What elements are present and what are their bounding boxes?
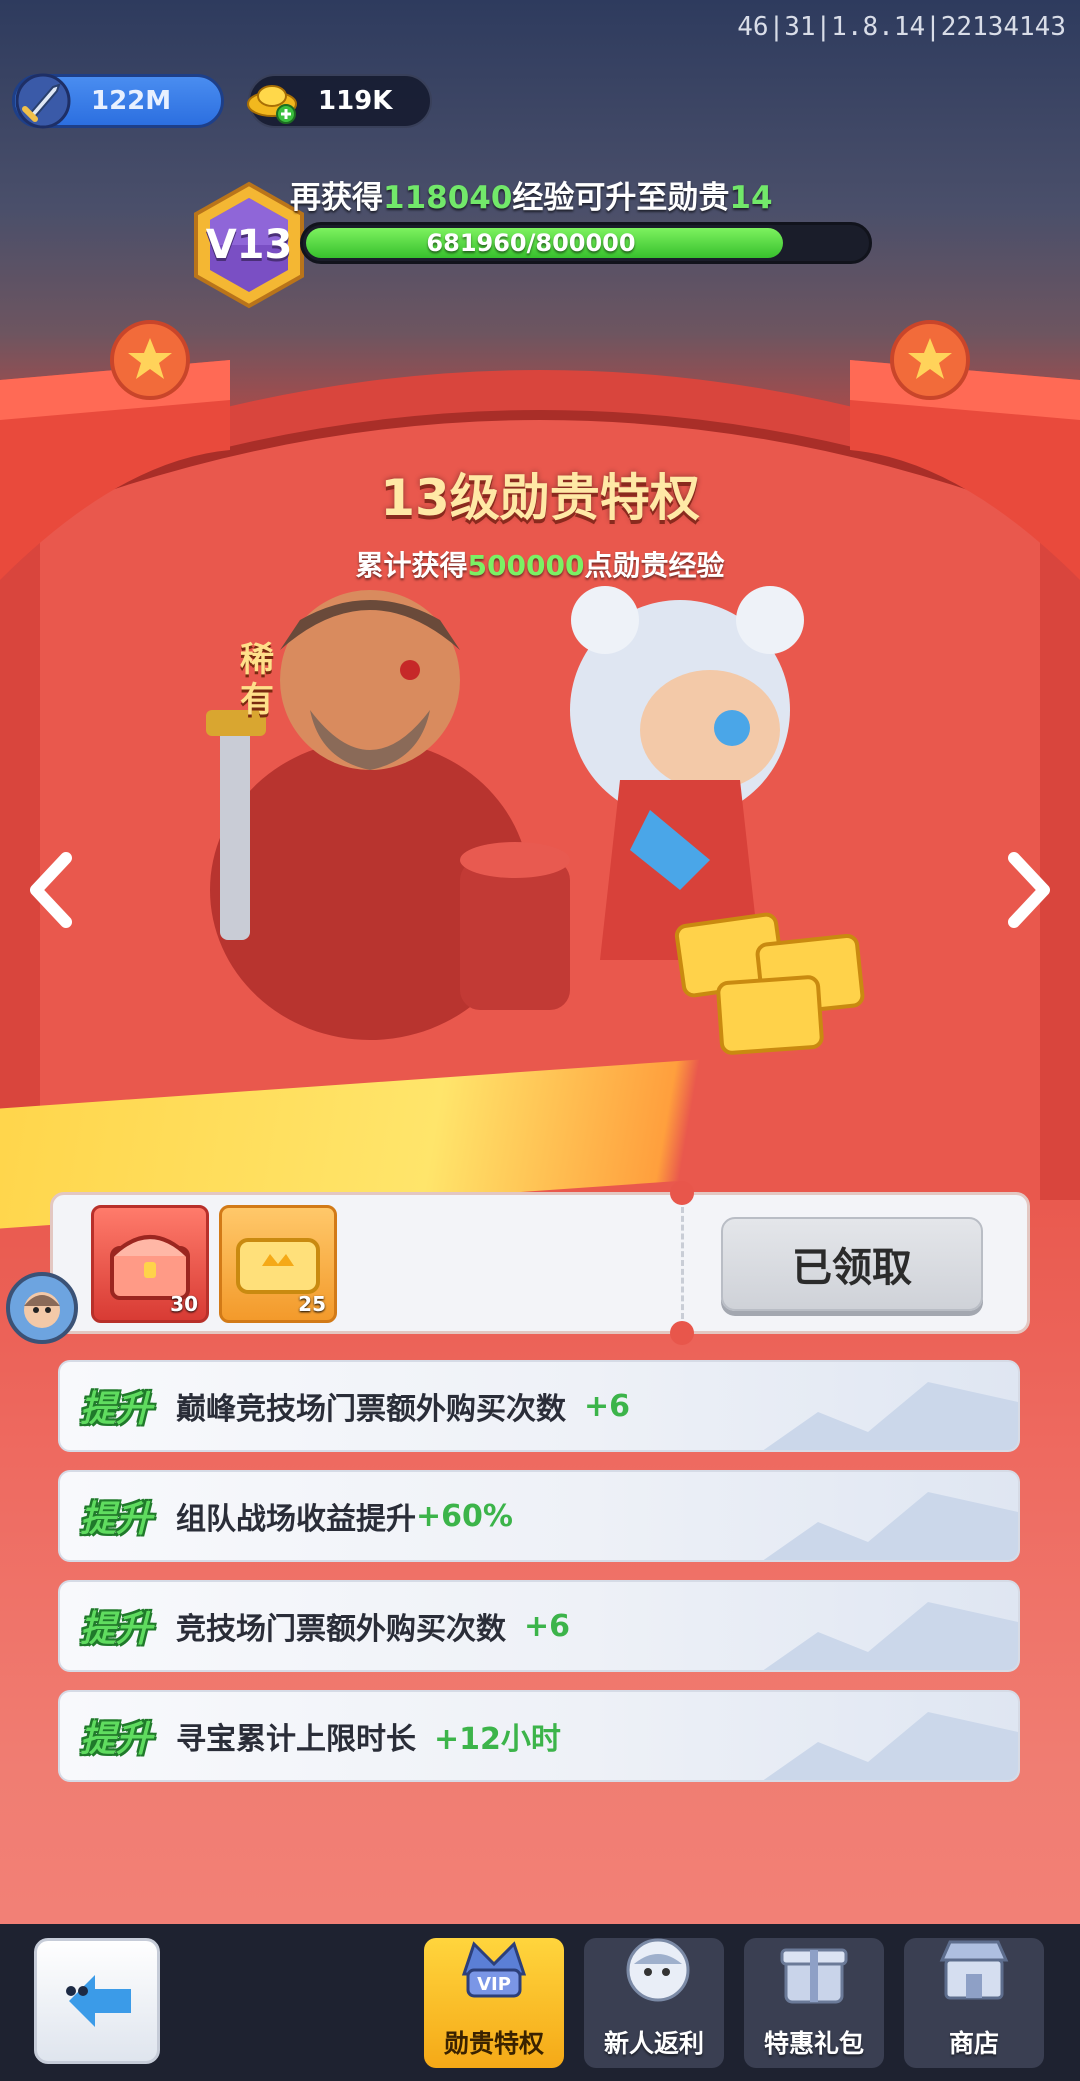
perk-value: +60%	[416, 1498, 513, 1534]
notch	[670, 1321, 694, 1345]
chevron-right-icon	[1008, 852, 1050, 928]
perk-tag: 提升	[80, 1710, 152, 1762]
list-item: 提升 巅峰竞技场门票额外购买次数 +6	[58, 1360, 1020, 1452]
version-label: 46|31|1.8.14|22134143	[737, 12, 1066, 42]
perk-text: 寻宝累计上限时长	[176, 1722, 417, 1757]
perk-list: 提升 巅峰竞技场门票额外购买次数 +6 提升 组队战场收益提升 +60% 提升 …	[58, 1360, 1020, 1800]
back-arrow-icon	[66, 1975, 131, 2027]
bottom-nav: VIP 勋贵特权 新人返利 特惠礼包 商店	[0, 1924, 1080, 2081]
list-item: 提升 组队战场收益提升 +60%	[58, 1470, 1020, 1562]
perk-text: 巅峰竞技场门票额外购买次数	[176, 1392, 567, 1427]
chevron-left-icon	[30, 852, 72, 928]
decor-wave	[763, 1382, 1018, 1450]
list-item: 提升 寻宝累计上限时长 +12小时	[58, 1690, 1020, 1782]
perk-value: +6	[584, 1388, 631, 1424]
exp-progress-text: 681960/800000	[426, 229, 636, 257]
perk-text: 竞技场门票额外购买次数	[176, 1612, 507, 1647]
vip-crown-icon: VIP	[461, 1941, 527, 1998]
vip-privilege-screen: 46|31|1.8.14|22134143 122M 119K V13 再获得1…	[0, 0, 1080, 2081]
perk-text: 组队战场收益提升	[176, 1502, 417, 1537]
gift-box-icon	[780, 1948, 848, 2004]
reward-count: 30	[170, 1292, 198, 1316]
sword-icon	[11, 69, 75, 133]
claimed-button[interactable]: 已领取	[721, 1217, 983, 1311]
next-level-arrow[interactable]	[1002, 850, 1054, 930]
power-resource: 122M	[12, 73, 224, 129]
perk-tag: 提升	[80, 1380, 152, 1432]
reward-count: 25	[298, 1292, 326, 1316]
tab-shop[interactable]: 商店	[904, 1938, 1044, 2068]
perk-value: +6	[524, 1608, 571, 1644]
back-button[interactable]	[34, 1938, 160, 2064]
tab-newbie-rebate[interactable]: 新人返利	[584, 1938, 724, 2068]
reward-item-gold-ticket[interactable]: 25	[219, 1205, 337, 1323]
rare-tag: 稀有	[240, 640, 274, 720]
decor-wave	[763, 1602, 1018, 1670]
perk-tag: 提升	[80, 1600, 152, 1652]
gold-value: 119K	[318, 86, 393, 116]
exp-requirement: 再获得118040经验可升至勋贵14	[290, 180, 773, 216]
perk-value: +12小时	[434, 1722, 561, 1757]
tab-vip-privilege[interactable]: VIP 勋贵特权	[424, 1938, 564, 2068]
svg-text:VIP: VIP	[477, 1974, 511, 1995]
reward-panel: 30 25 已领取	[50, 1181, 1030, 1345]
shop-icon	[939, 1940, 1009, 2000]
power-value: 122M	[91, 86, 172, 116]
perk-tag: 提升	[80, 1490, 152, 1542]
privilege-title: 13级勋贵特权	[380, 469, 700, 527]
decor-wave	[763, 1492, 1018, 1560]
avatar[interactable]	[6, 1272, 78, 1344]
reward-divider	[681, 1207, 684, 1319]
gold-ingot-plus-icon[interactable]	[242, 70, 302, 130]
notch	[670, 1181, 694, 1205]
reward-item-rare-chest[interactable]: 30	[91, 1205, 209, 1323]
prev-level-arrow[interactable]	[26, 850, 78, 930]
tab-special-packs[interactable]: 特惠礼包	[744, 1938, 884, 2068]
list-item: 提升 竞技场门票额外购买次数 +6	[58, 1580, 1020, 1672]
mascot-thumb-icon	[626, 1938, 690, 2002]
decor-wave	[763, 1712, 1018, 1780]
exp-progress-bar: 681960/800000	[300, 222, 872, 264]
gold-resource[interactable]: 119K	[247, 74, 432, 128]
hero-illustration: 稀有	[120, 560, 960, 1080]
